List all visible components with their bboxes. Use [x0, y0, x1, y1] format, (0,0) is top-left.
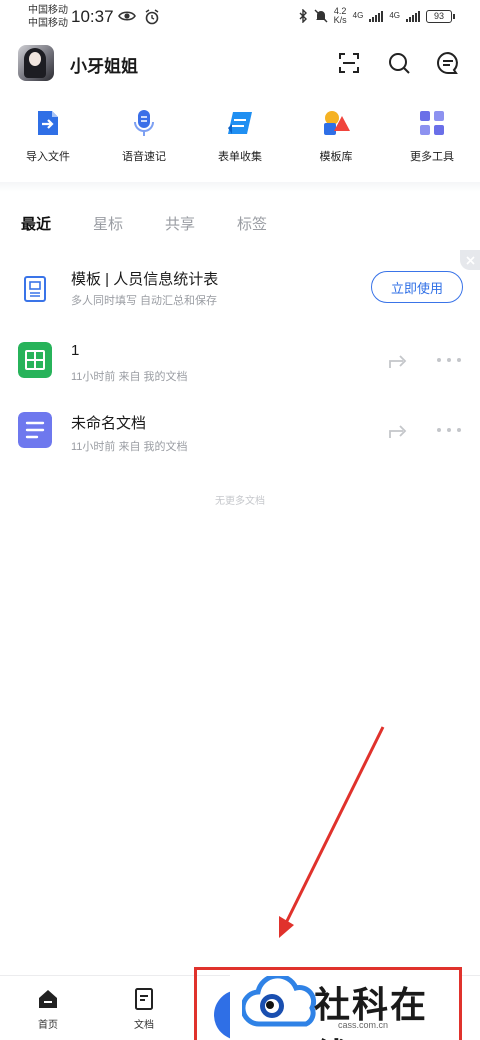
tool-import-file[interactable]: 导入文件 — [0, 108, 96, 172]
bluetooth-icon — [299, 9, 307, 23]
eye-icon — [118, 11, 136, 21]
more-options-icon[interactable] — [437, 420, 461, 440]
form-collect-icon — [228, 112, 252, 134]
tool-label: 导入文件 — [26, 151, 70, 163]
use-now-button[interactable]: 立即使用 — [371, 271, 463, 303]
watermark-url: cass.com.cn — [338, 1020, 389, 1030]
docs-icon — [135, 988, 153, 1010]
more-tools-icon — [420, 111, 444, 135]
file-row[interactable]: 1 11小时前 来自 我的文档 — [0, 330, 480, 390]
tab-tags[interactable]: 标签 — [237, 213, 267, 234]
scan-button[interactable] — [335, 49, 363, 77]
tool-form-collect[interactable]: 表单收集 — [192, 108, 288, 172]
share-icon[interactable] — [388, 420, 410, 440]
spreadsheet-icon — [18, 342, 52, 378]
template-document-icon — [24, 276, 46, 302]
battery-indicator: 93 — [426, 9, 455, 23]
file-name: 1 — [71, 342, 80, 359]
status-bar: 中国移动 中国移动 10:37 4.2 K/s 4G 4G 93 — [0, 0, 480, 36]
nav-home-label: 首页 — [38, 1020, 58, 1031]
network-speed: 4.2 K/s — [334, 7, 347, 25]
template-subtitle: 多人同时填写 自动汇总和保存 — [71, 295, 218, 307]
alarm-icon — [145, 9, 159, 25]
tab-shared[interactable]: 共享 — [165, 213, 195, 234]
file-meta: 11小时前 来自 我的文档 — [71, 371, 188, 383]
watermark-cloud-logo — [242, 976, 317, 1027]
app-header: 小牙姐姐 — [0, 38, 480, 90]
template-library-icon — [324, 111, 350, 135]
carrier-labels: 中国移动 中国移动 — [28, 4, 68, 30]
tool-more-tools[interactable]: 更多工具 — [384, 108, 480, 172]
tool-label: 更多工具 — [410, 151, 454, 163]
avatar-face — [29, 52, 41, 66]
search-icon — [389, 53, 410, 74]
file-tabs: 最近 星标 共享 标签 — [0, 210, 480, 236]
tab-starred[interactable]: 星标 — [93, 213, 123, 234]
tool-template-library[interactable]: 模板库 — [288, 108, 384, 172]
network-type-2: 4G — [389, 11, 400, 20]
close-recommendation-button[interactable] — [460, 250, 480, 270]
document-icon — [18, 412, 52, 448]
share-icon[interactable] — [388, 350, 410, 370]
signal-bars-2-icon — [406, 10, 420, 22]
file-name: 未命名文档 — [71, 415, 147, 432]
nav-docs[interactable]: 文档 — [114, 988, 174, 1031]
tool-label: 语音速记 — [122, 151, 166, 163]
file-row[interactable]: 未命名文档 11小时前 来自 我的文档 — [0, 400, 480, 460]
messages-button[interactable] — [434, 49, 462, 77]
nav-docs-label: 文档 — [134, 1020, 154, 1031]
tool-label: 表单收集 — [218, 151, 262, 163]
watermark: 社科在线 cass.com.cn — [230, 968, 460, 1040]
status-left-icons — [118, 9, 160, 25]
tab-recent[interactable]: 最近 — [21, 213, 51, 234]
speed-unit: K/s — [333, 15, 347, 25]
close-icon — [465, 255, 475, 265]
nav-home[interactable]: 首页 — [18, 988, 78, 1031]
signal-bars-1-icon — [369, 10, 384, 22]
microphone-icon — [134, 110, 154, 136]
template-title: 模板 | 人员信息统计表 — [71, 271, 219, 288]
message-icon — [437, 51, 458, 74]
status-time: 10:37 — [71, 7, 114, 26]
tool-voice-notes[interactable]: 语音速记 — [96, 108, 192, 172]
username[interactable]: 小牙姐姐 — [70, 52, 138, 77]
scan-icon — [339, 53, 359, 73]
watermark-text: 社科在线 — [314, 985, 429, 1040]
carrier-1: 中国移动 — [28, 5, 68, 16]
import-file-icon — [38, 111, 58, 135]
more-options-icon[interactable] — [437, 350, 461, 370]
home-icon — [39, 990, 57, 1008]
mute-bell-icon — [314, 9, 328, 23]
avatar[interactable] — [18, 45, 54, 81]
section-divider — [0, 182, 480, 192]
network-type-1: 4G — [352, 11, 364, 20]
file-meta: 11小时前 来自 我的文档 — [71, 441, 188, 453]
carrier-2: 中国移动 — [28, 18, 68, 29]
status-right-icons: 4.2 K/s 4G 4G 93 — [298, 7, 455, 25]
tool-label: 模板库 — [319, 151, 353, 163]
quick-tools: 导入文件 语音速记 表单收集 模板库 更多工具 — [0, 108, 480, 172]
template-recommendation: 模板 | 人员信息统计表 多人同时填写 自动汇总和保存 立即使用 — [0, 250, 480, 324]
no-more-documents: 无更多文档 — [215, 496, 265, 507]
search-button[interactable] — [385, 49, 413, 77]
